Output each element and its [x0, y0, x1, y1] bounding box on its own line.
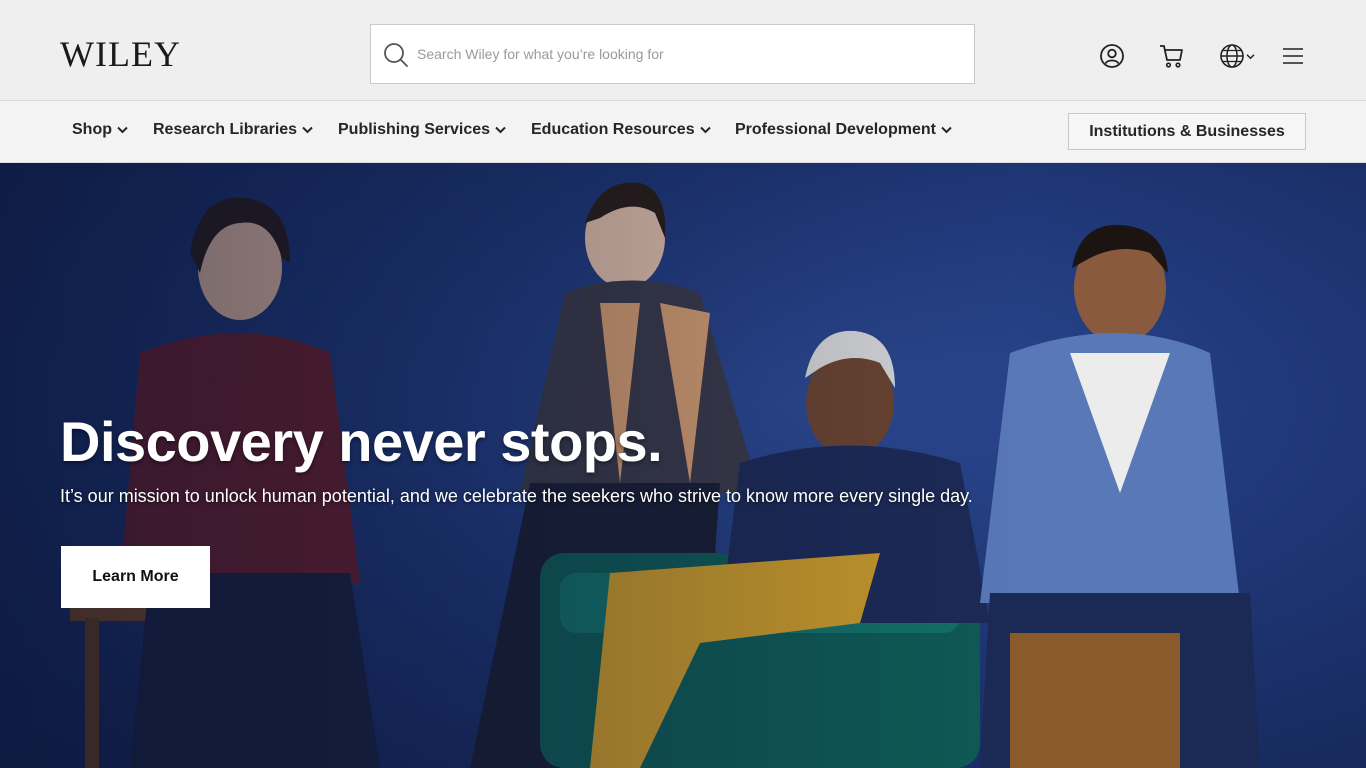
- nav-item-label: Professional Development: [735, 121, 936, 138]
- nav-item-education-resources[interactable]: Education Resources: [531, 121, 711, 139]
- search-input[interactable]: [417, 25, 967, 83]
- wiley-logo[interactable]: WILEY: [60, 36, 181, 72]
- cart-icon[interactable]: [1157, 42, 1185, 70]
- search-bar: [370, 24, 975, 84]
- chevron-down-icon: [1246, 53, 1255, 59]
- top-header: WILEY: [0, 0, 1366, 101]
- nav-item-label: Research Libraries: [153, 121, 298, 138]
- nav-item-shop[interactable]: Shop: [72, 121, 128, 139]
- hero-title: Discovery never stops.: [60, 410, 663, 473]
- institutions-businesses-button[interactable]: Institutions & Businesses: [1068, 113, 1306, 150]
- nav-item-publishing-services[interactable]: Publishing Services: [338, 121, 506, 139]
- account-icon[interactable]: [1098, 42, 1126, 70]
- chevron-down-icon: [302, 126, 313, 134]
- menu-icon[interactable]: [1279, 42, 1307, 70]
- language-selector[interactable]: [1218, 42, 1256, 70]
- chevron-down-icon: [495, 126, 506, 134]
- chevron-down-icon: [941, 126, 952, 134]
- main-nav: Shop Research Libraries Publishing Servi…: [0, 101, 1366, 163]
- chevron-down-icon: [117, 126, 128, 134]
- hero-subtitle: It’s our mission to unlock human potenti…: [60, 486, 973, 506]
- nav-item-label: Shop: [72, 121, 112, 138]
- nav-item-professional-development[interactable]: Professional Development: [735, 121, 952, 139]
- nav-item-label: Publishing Services: [338, 121, 491, 138]
- search-icon[interactable]: [383, 42, 409, 68]
- nav-item-label: Education Resources: [531, 121, 695, 138]
- learn-more-button[interactable]: Learn More: [61, 546, 210, 608]
- chevron-down-icon: [699, 126, 711, 134]
- nav-item-research-libraries[interactable]: Research Libraries: [153, 121, 313, 139]
- hero-banner: Discovery never stops. It’s our mission …: [0, 163, 1366, 768]
- globe-icon: [1220, 44, 1244, 68]
